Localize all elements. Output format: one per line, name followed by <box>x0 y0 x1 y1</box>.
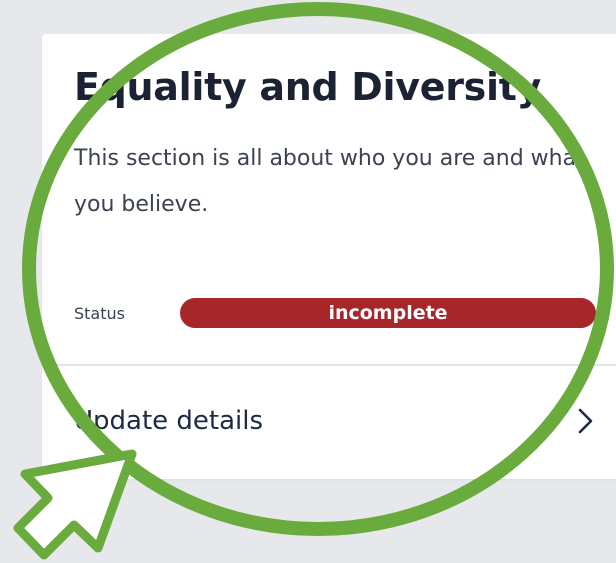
section-title: Equality and Diversity <box>74 65 542 109</box>
section-description: This section is all about who you are an… <box>74 146 585 217</box>
status-badge-text: incomplete <box>328 302 448 324</box>
status-badge: incomplete <box>180 298 596 328</box>
status-row: Status incomplete <box>74 298 616 328</box>
card-divider <box>42 364 616 366</box>
update-details-label: Update details <box>74 406 264 436</box>
status-label: Status <box>74 303 125 323</box>
screenshot-stage: Equality and Diversity This section is a… <box>0 0 616 563</box>
chevron-right-icon <box>578 408 593 434</box>
update-details-link[interactable]: Update details <box>74 398 604 444</box>
